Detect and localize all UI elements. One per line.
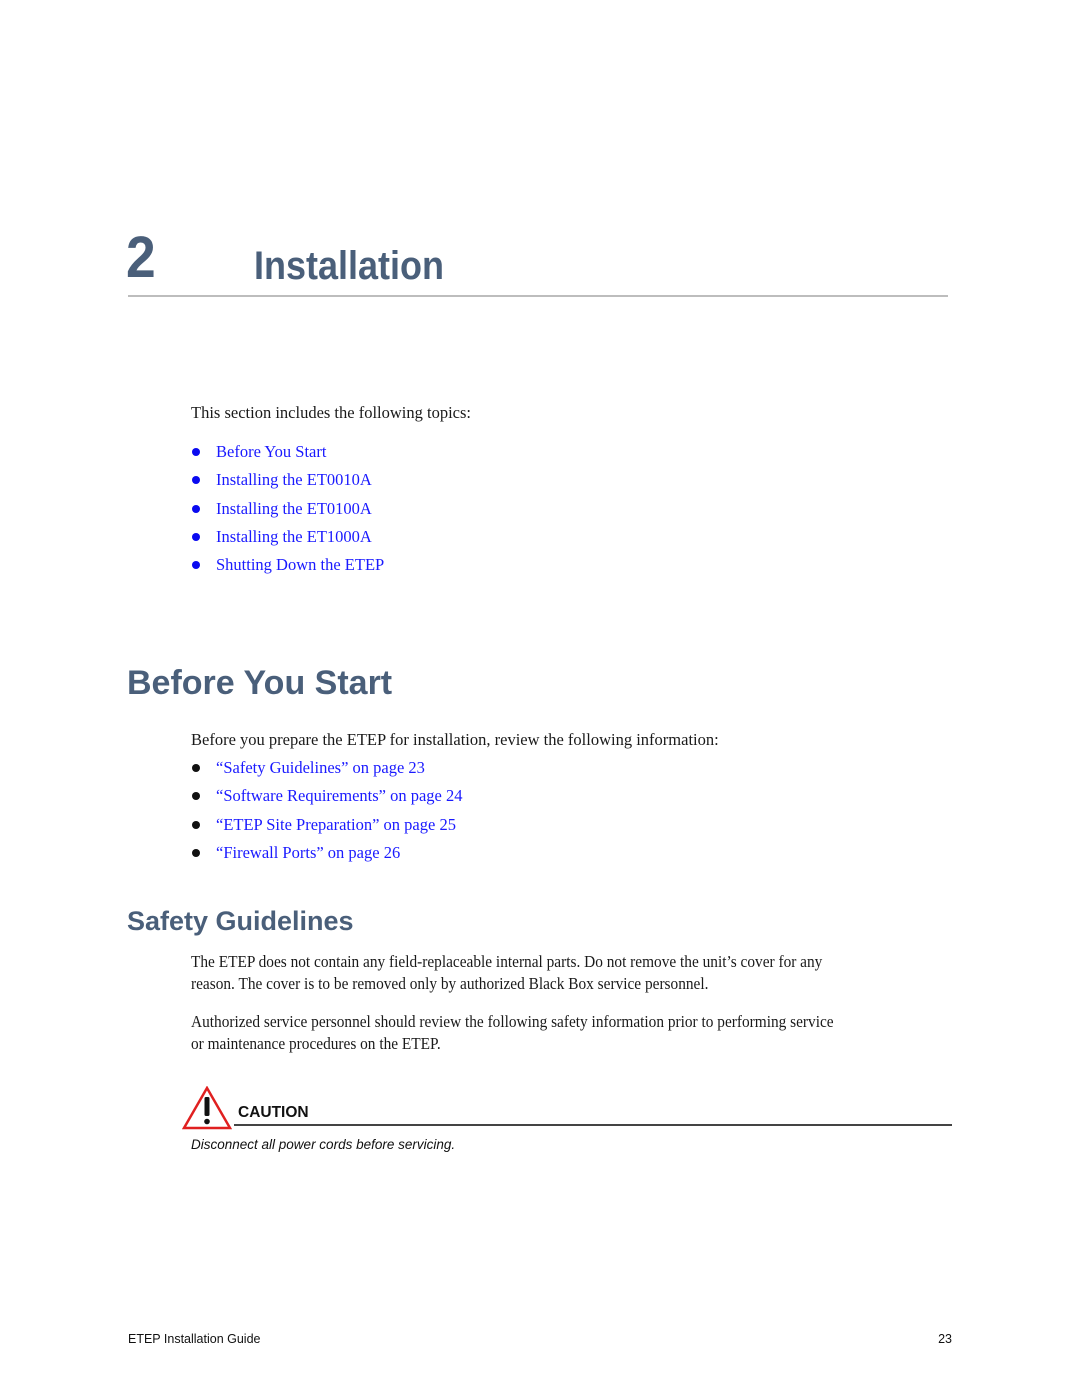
bullet-icon (192, 532, 200, 541)
before-you-start-text: Before you prepare the ETEP for installa… (191, 730, 719, 749)
footer-title: ETEP Installation Guide (128, 1332, 261, 1346)
xref-link-firewall-ports[interactable]: “Firewall Ports” on page 26 (216, 842, 400, 864)
chapter-title: Installation (254, 244, 445, 288)
caution-label: CAUTION (238, 1104, 309, 1121)
xref-link-software-requirements[interactable]: “Software Requirements” on page 24 (216, 785, 463, 807)
xref-link-site-preparation[interactable]: “ETEP Site Preparation” on page 25 (216, 814, 456, 836)
page-number: 23 (938, 1332, 952, 1346)
warning-triangle-icon (182, 1086, 232, 1130)
bullet-icon (192, 476, 200, 485)
topic-link-installing-et0010a[interactable]: Installing the ET0010A (216, 469, 372, 491)
topic-link-installing-et0100a[interactable]: Installing the ET0100A (216, 498, 372, 520)
section-heading-before-you-start: Before You Start (127, 664, 393, 702)
paragraph-line: reason. The cover is to be removed only … (191, 974, 709, 993)
paragraph-line: Authorized service personnel should revi… (191, 1012, 834, 1031)
topic-link-before-you-start[interactable]: Before You Start (216, 441, 326, 463)
intro-text: This section includes the following topi… (191, 403, 472, 422)
caution-divider (234, 1124, 952, 1126)
bullet-icon (192, 448, 200, 456)
bullet-icon (192, 764, 200, 772)
bullet-icon (192, 820, 200, 829)
safety-paragraph-1: The ETEP does not contain any field-repl… (191, 951, 907, 995)
bullet-icon (192, 792, 200, 801)
paragraph-line: or maintenance procedures on the ETEP. (191, 1034, 441, 1053)
chapter-divider (128, 295, 948, 297)
chapter-number: 2 (126, 225, 156, 290)
safety-paragraph-2: Authorized service personnel should revi… (191, 1011, 907, 1055)
bullet-icon (192, 504, 200, 513)
topic-link-shutting-down[interactable]: Shutting Down the ETEP (216, 554, 384, 576)
bullet-icon (192, 848, 200, 857)
paragraph-line: The ETEP does not contain any field-repl… (191, 952, 823, 971)
section-heading-safety-guidelines: Safety Guidelines (127, 906, 354, 936)
caution-text: Disconnect all power cords before servic… (191, 1137, 456, 1152)
bullet-icon (192, 561, 200, 570)
topic-link-installing-et1000a[interactable]: Installing the ET1000A (216, 526, 372, 548)
xref-link-safety-guidelines[interactable]: “Safety Guidelines” on page 23 (216, 757, 425, 779)
